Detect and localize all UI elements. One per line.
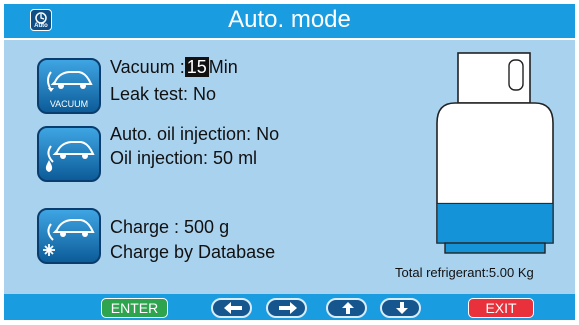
page-title: Auto. mode: [228, 6, 351, 33]
right-arrow-button[interactable]: [266, 298, 307, 318]
total-refrigerant-readout: Total refrigerant:5.00 Kg: [395, 265, 534, 280]
arrow-left-icon: [224, 302, 242, 314]
charge-mode: Charge by Database: [110, 242, 276, 262]
vacuum-time-input[interactable]: 15: [184, 57, 209, 77]
title-divider: [4, 38, 575, 40]
vacuum-time-row: Vacuum :15 Min: [110, 57, 238, 77]
refrigerant-tank: [436, 52, 554, 254]
enter-button[interactable]: ENTER: [101, 298, 168, 318]
vacuum-button[interactable]: VACUUM: [37, 58, 101, 114]
vacuum-button-caption: VACUUM: [49, 99, 89, 109]
tank-liquid-level: [436, 202, 554, 244]
leak-test-status: Leak test: No: [110, 84, 217, 104]
car-vacuum-icon: [47, 71, 93, 92]
car-oil-icon: [45, 141, 95, 172]
down-arrow-button[interactable]: [380, 298, 421, 318]
screen: Auto Auto. mode VACUUM Vacuum :15 Min Lea…: [4, 4, 575, 320]
oil-injection-amount: Oil injection: 50 ml: [110, 148, 258, 168]
arrow-right-icon: [279, 302, 297, 314]
charge-amount: Charge : 500 g: [110, 217, 230, 237]
exit-button[interactable]: EXIT: [468, 298, 534, 318]
auto-oil-injection-status: Auto. oil injection: No: [110, 124, 280, 144]
oil-injection-button[interactable]: [37, 126, 101, 182]
tank-base: [444, 242, 546, 254]
car-charge-icon: [43, 219, 95, 256]
vacuum-time-unit: Min: [208, 57, 238, 77]
arrow-down-icon: [396, 302, 408, 314]
left-arrow-button[interactable]: [211, 298, 252, 318]
vacuum-label: Vacuum :: [110, 57, 185, 77]
arrow-up-icon: [342, 302, 354, 314]
charge-button[interactable]: [37, 208, 101, 264]
up-arrow-button[interactable]: [326, 298, 367, 318]
title-bar: Auto Auto. mode: [4, 4, 575, 38]
tank-handle-slot: [508, 59, 524, 91]
bottom-bar: ENTER EXIT: [4, 294, 575, 320]
